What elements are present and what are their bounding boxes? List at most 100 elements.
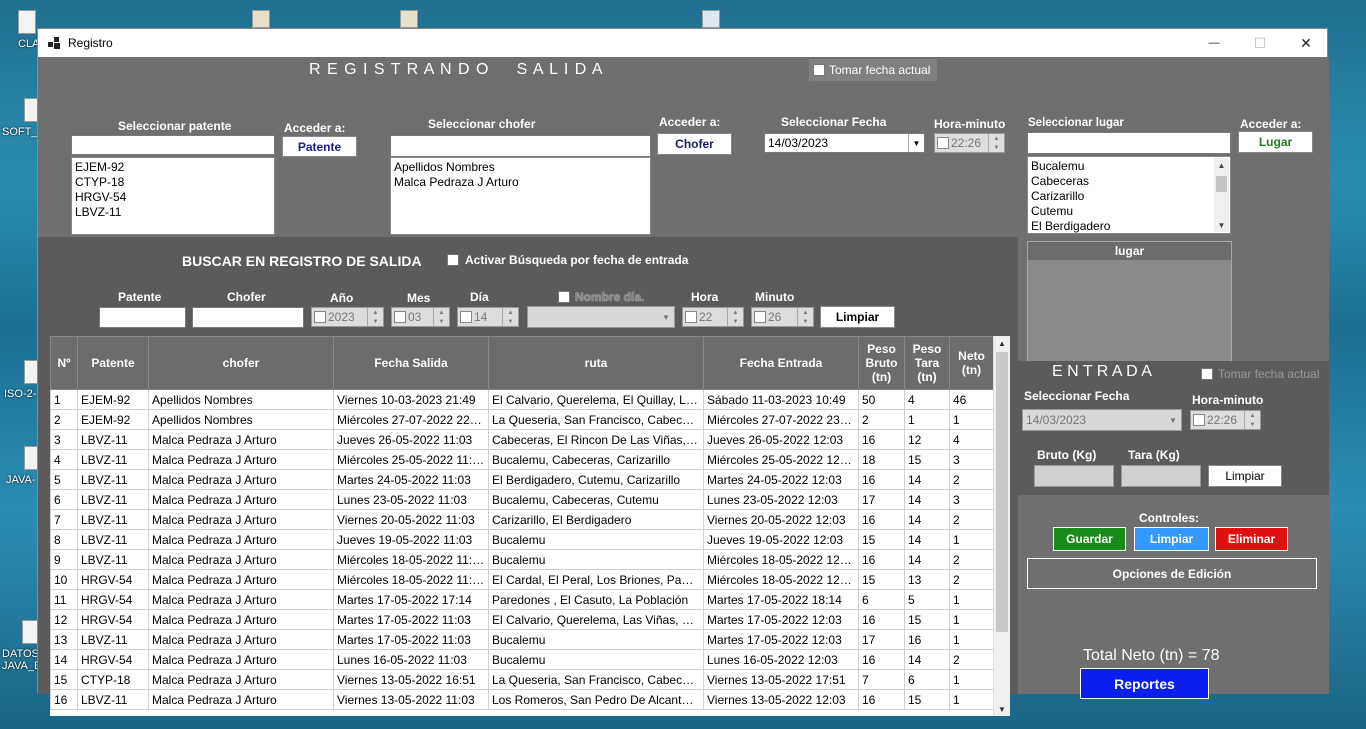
cell-patente[interactable]: LBVZ-11 — [77, 529, 149, 550]
cell-fecha-entrada[interactable]: Miércoles 18-05-2022 12:03 — [703, 569, 859, 590]
cell-num[interactable]: 11 — [50, 589, 78, 610]
cell-fecha-entrada[interactable]: Martes 24-05-2022 12:03 — [703, 469, 859, 490]
cell-fecha-entrada[interactable]: Viernes 20-05-2022 12:03 — [703, 509, 859, 530]
scroll-down-icon[interactable]: ▼ — [994, 705, 1010, 714]
desktop-icon-top-c[interactable] — [702, 10, 720, 28]
tomar-fecha-entrada[interactable]: Tomar fecha actual — [1201, 367, 1319, 381]
table-row[interactable]: 4 LBVZ-11 Malca Pedraza J Arturo Miércoles … — [50, 449, 994, 470]
cell-fecha-entrada[interactable]: Miércoles 27-07-2022 23:36 — [703, 409, 859, 430]
cell-fecha-salida[interactable]: Miércoles 25-05-2022 11:03 — [333, 449, 489, 470]
cell-ruta[interactable]: Bucalemu — [488, 649, 704, 670]
cell-fecha-salida[interactable]: Jueves 19-05-2022 11:03 — [333, 529, 489, 550]
hora-checkbox[interactable] — [685, 311, 697, 323]
tomar-fecha-checkbox[interactable] — [813, 64, 825, 76]
cell-neto[interactable]: 3 — [949, 489, 994, 510]
table-row[interactable]: 8 LBVZ-11 Malca Pedraza J Arturo Jueves 19-… — [50, 529, 994, 550]
cell-chofer[interactable]: Malca Pedraza J Arturo — [148, 589, 334, 610]
cell-fecha-salida[interactable]: Martes 17-05-2022 11:03 — [333, 609, 489, 630]
cell-patente[interactable]: HRGV-54 — [77, 569, 149, 590]
cell-chofer[interactable]: Malca Pedraza J Arturo — [148, 649, 334, 670]
table-row[interactable]: 14 HRGV-54 Malca Pedraza J Arturo Lunes 16-… — [50, 649, 994, 670]
cell-ruta[interactable]: El Berdigadero, Cutemu, Carizarillo — [488, 469, 704, 490]
cell-peso-bruto[interactable]: 16 — [858, 549, 905, 570]
cell-peso-bruto[interactable]: 2 — [858, 409, 905, 430]
scroll-thumb[interactable] — [996, 352, 1008, 632]
table-row[interactable]: 2 EJEM-92 Apellidos Nombres Miércoles 27-07… — [50, 409, 994, 430]
cell-chofer[interactable]: Malca Pedraza J Arturo — [148, 669, 334, 690]
cell-chofer[interactable]: Malca Pedraza J Arturo — [148, 489, 334, 510]
cell-ruta[interactable]: Bucalemu — [488, 629, 704, 650]
entrada-limpiar-button[interactable]: Limpiar — [1208, 465, 1282, 487]
cell-chofer[interactable]: Malca Pedraza J Arturo — [148, 449, 334, 470]
table-row[interactable]: 12 HRGV-54 Malca Pedraza J Arturo Martes 17… — [50, 609, 994, 630]
cell-ruta[interactable]: La Queseria, San Francisco, Cabecera... — [488, 409, 704, 430]
list-item[interactable]: EJEM-92 — [75, 160, 271, 175]
opciones-edicion-button[interactable]: Opciones de Edición — [1027, 558, 1317, 589]
spinner-arrows-icon[interactable]: ▲ ▼ — [433, 308, 449, 326]
cell-patente[interactable]: LBVZ-11 — [77, 629, 149, 650]
cell-fecha-entrada[interactable]: Viernes 13-05-2022 17:51 — [703, 669, 859, 690]
cell-peso-tara[interactable]: 14 — [904, 469, 950, 490]
cell-patente[interactable]: LBVZ-11 — [77, 509, 149, 530]
table-row[interactable]: 5 LBVZ-11 Malca Pedraza J Arturo Martes 24-… — [50, 469, 994, 490]
cell-ruta[interactable]: Paredones , El Casuto, La Población — [488, 589, 704, 610]
cell-neto[interactable]: 2 — [949, 549, 994, 570]
cell-peso-tara[interactable]: 14 — [904, 529, 950, 550]
cell-chofer[interactable]: Malca Pedraza J Arturo — [148, 609, 334, 630]
lugar-input[interactable] — [1027, 132, 1231, 154]
desktop-icon-top-b[interactable] — [400, 10, 418, 28]
cell-peso-bruto[interactable]: 16 — [858, 469, 905, 490]
cell-fecha-entrada[interactable]: Lunes 16-05-2022 12:03 — [703, 649, 859, 670]
cell-fecha-entrada[interactable]: Miércoles 18-05-2022 12:03 — [703, 549, 859, 570]
registro-grid[interactable]: Nº Patente chofer Fecha Salida ruta Fech… — [50, 336, 1010, 716]
cell-fecha-salida[interactable]: Martes 17-05-2022 11:03 — [333, 629, 489, 650]
dropdown-arrow-icon[interactable]: ▼ — [908, 134, 924, 152]
cell-peso-bruto[interactable]: 16 — [858, 509, 905, 530]
spinner-arrows-icon[interactable]: ▲ ▼ — [727, 308, 743, 326]
dropdown-arrow-icon[interactable]: ▼ — [658, 307, 674, 327]
nombre-dia[interactable]: Nombre día. — [558, 290, 644, 304]
list-item[interactable]: Carizarillo — [1031, 189, 1212, 204]
cell-peso-tara[interactable]: 4 — [904, 389, 950, 410]
cell-neto[interactable]: 2 — [949, 569, 994, 590]
cell-num[interactable]: 16 — [50, 689, 78, 710]
cell-chofer[interactable]: Malca Pedraza J Arturo — [148, 629, 334, 650]
cell-peso-tara[interactable]: 16 — [904, 629, 950, 650]
cell-fecha-salida[interactable]: Viernes 13-05-2022 16:51 — [333, 669, 489, 690]
cell-peso-tara[interactable]: 6 — [904, 669, 950, 690]
cell-fecha-salida[interactable]: Viernes 10-03-2023 21:49 — [333, 389, 489, 410]
cell-neto[interactable]: 46 — [949, 389, 994, 410]
cell-neto[interactable]: 1 — [949, 609, 994, 630]
cell-patente[interactable]: LBVZ-11 — [77, 429, 149, 450]
mes-spinner[interactable]: 03 ▲ ▼ — [391, 307, 450, 327]
table-row[interactable]: 3 LBVZ-11 Malca Pedraza J Arturo Jueves 26-… — [50, 429, 994, 450]
cell-fecha-entrada[interactable]: Viernes 13-05-2022 12:03 — [703, 689, 859, 710]
buscar-patente-input[interactable] — [99, 307, 186, 328]
nombre-dia-checkbox[interactable] — [558, 291, 570, 303]
cell-ruta[interactable]: El Cardal, El Peral, Los Briones, Panilo… — [488, 569, 704, 590]
cell-chofer[interactable]: Apellidos Nombres — [148, 409, 334, 430]
cell-fecha-entrada[interactable]: Jueves 26-05-2022 12:03 — [703, 429, 859, 450]
table-row[interactable]: 15 CTYP-18 Malca Pedraza J Arturo Viernes 1… — [50, 669, 994, 690]
patente-button[interactable]: Patente — [282, 136, 357, 157]
cell-fecha-entrada[interactable]: Jueves 19-05-2022 12:03 — [703, 529, 859, 550]
cell-peso-bruto[interactable]: 16 — [858, 429, 905, 450]
column-header-neto[interactable]: Neto (tn) — [949, 336, 994, 390]
cell-neto[interactable]: 4 — [949, 429, 994, 450]
scroll-up-icon[interactable]: ▲ — [994, 336, 1010, 352]
column-header-ruta[interactable]: ruta — [488, 336, 704, 390]
cell-peso-tara[interactable]: 12 — [904, 429, 950, 450]
cell-chofer[interactable]: Malca Pedraza J Arturo — [148, 549, 334, 570]
tomar-fecha-entrada-checkbox[interactable] — [1201, 368, 1213, 380]
maximize-button[interactable]: ☐ — [1237, 29, 1283, 57]
cell-num[interactable]: 5 — [50, 469, 78, 490]
cell-fecha-salida[interactable]: Miércoles 27-07-2022 22:39 — [333, 409, 489, 430]
cell-peso-bruto[interactable]: 18 — [858, 449, 905, 470]
cell-patente[interactable]: CTYP-18 — [77, 669, 149, 690]
table-row[interactable]: 6 LBVZ-11 Malca Pedraza J Arturo Lunes 23-0… — [50, 489, 994, 510]
lugar-list[interactable]: Bucalemu Cabeceras Carizarillo Cutemu El… — [1027, 156, 1231, 234]
column-header-peso-tara[interactable]: Peso Tara (tn) — [904, 336, 950, 390]
spinner-arrows-icon[interactable]: ▲ ▼ — [367, 308, 383, 326]
cell-fecha-entrada[interactable]: Martes 17-05-2022 12:03 — [703, 629, 859, 650]
cell-fecha-salida[interactable]: Lunes 16-05-2022 11:03 — [333, 649, 489, 670]
